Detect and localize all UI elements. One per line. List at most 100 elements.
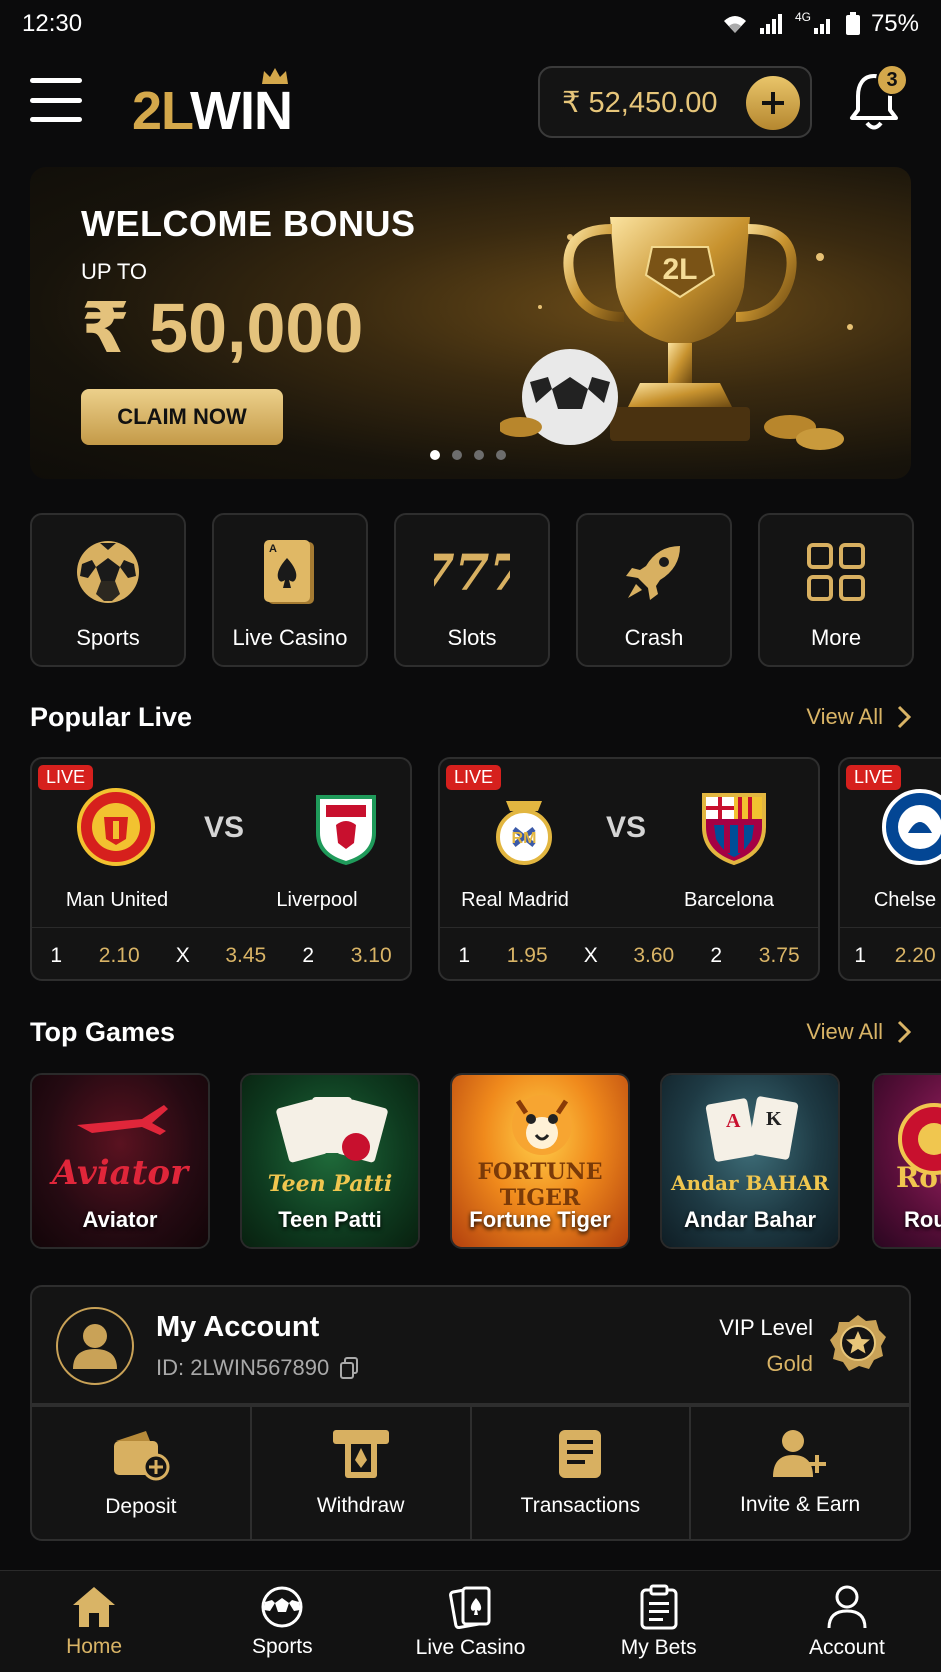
carousel-dot[interactable] bbox=[452, 450, 462, 460]
odd-home[interactable]: 1 1.95 bbox=[440, 944, 566, 968]
copy-icon bbox=[340, 1357, 359, 1379]
top-games-carousel[interactable]: Aviator Aviator Teen Patti Teen Patti FO… bbox=[30, 1073, 941, 1249]
odd-away[interactable]: 2 3.75 bbox=[692, 944, 818, 968]
deposit-button[interactable]: Deposit bbox=[30, 1405, 252, 1541]
odd-draw[interactable]: X 3.45 bbox=[158, 944, 284, 968]
soccer-ball-icon bbox=[261, 1586, 303, 1627]
carousel-dot[interactable] bbox=[496, 450, 506, 460]
battery-icon bbox=[845, 12, 860, 35]
nav-sports[interactable]: Sports bbox=[188, 1571, 376, 1672]
category-crash[interactable]: Crash bbox=[576, 513, 732, 667]
odd-away[interactable]: 2 3.10 bbox=[284, 944, 410, 968]
live-match-card[interactable]: LIVE RM VS Real Madrid Barcelona 1 1.95 X… bbox=[438, 757, 820, 981]
atm-withdraw-icon bbox=[332, 1430, 389, 1478]
bottom-navigation: Home Sports Live Casino My Bets Account bbox=[0, 1570, 941, 1672]
odd-home[interactable]: 1 2.10 bbox=[32, 944, 158, 968]
account-id: ID: 2LWIN567890 bbox=[156, 1355, 330, 1380]
live-match-card[interactable]: LIVE Chelse 1 2.20 bbox=[838, 757, 941, 981]
carousel-dot[interactable] bbox=[474, 450, 484, 460]
balance-amount: ₹ 52,450.00 bbox=[562, 86, 718, 119]
real-madrid-crest-icon: RM bbox=[496, 801, 552, 865]
wallet-plus-icon bbox=[113, 1431, 170, 1481]
category-label: Crash bbox=[624, 625, 684, 650]
category-label: Sports bbox=[76, 625, 140, 650]
banner-title: WELCOME BONUS bbox=[81, 203, 416, 244]
trophy-text: 2L bbox=[662, 253, 697, 286]
app-logo[interactable]: 2LWIN bbox=[132, 66, 342, 141]
claim-now-button[interactable]: CLAIM NOW bbox=[81, 389, 283, 445]
game-tile-teen-patti[interactable]: Teen Patti Teen Patti bbox=[240, 1073, 420, 1249]
account-actions: Deposit Withdraw Transactions Invite & E… bbox=[30, 1405, 911, 1541]
crown-icon bbox=[262, 68, 288, 84]
account-title: My Account bbox=[156, 1311, 320, 1343]
game-tile-aviator[interactable]: Aviator Aviator bbox=[30, 1073, 210, 1249]
category-label: More bbox=[810, 625, 862, 650]
odd-key: 1 bbox=[854, 943, 867, 967]
category-live-casino[interactable]: A Live Casino bbox=[212, 513, 368, 667]
game-logo-text: Rou bbox=[896, 1161, 941, 1194]
status-icons: 4G 75% bbox=[721, 10, 919, 38]
game-tile-fortune-tiger[interactable]: FORTUNE TIGER Fortune Tiger bbox=[450, 1073, 630, 1249]
game-label: Fortune Tiger bbox=[469, 1207, 611, 1232]
game-logo-text: Andar BAHAR bbox=[671, 1171, 829, 1195]
network-type: 4G bbox=[794, 10, 811, 24]
svg-text:777: 777 bbox=[434, 543, 510, 602]
chevron-right-icon bbox=[897, 705, 911, 729]
nav-label: Sports bbox=[251, 1634, 313, 1658]
nav-my-bets[interactable]: My Bets bbox=[565, 1571, 753, 1672]
svg-text:K: K bbox=[766, 1108, 782, 1130]
notifications-button[interactable]: 3 bbox=[846, 64, 908, 134]
action-label: Transactions bbox=[520, 1494, 641, 1517]
vs-label: VS bbox=[204, 811, 245, 844]
withdraw-button[interactable]: Withdraw bbox=[249, 1405, 472, 1541]
category-more[interactable]: More bbox=[758, 513, 914, 667]
vip-star-badge-icon bbox=[830, 1315, 886, 1371]
copy-id-button[interactable] bbox=[339, 1357, 359, 1379]
svg-text:A: A bbox=[726, 1110, 741, 1132]
category-slots[interactable]: 777 Slots bbox=[394, 513, 550, 667]
add-funds-button[interactable] bbox=[746, 76, 800, 130]
odd-value: 1.95 bbox=[506, 943, 548, 967]
app-header: 2LWIN ₹ 52,450.00 3 bbox=[0, 56, 941, 148]
odd-home[interactable]: 1 2.20 bbox=[840, 944, 941, 968]
odd-value: 3.75 bbox=[758, 943, 800, 967]
menu-bar bbox=[30, 97, 82, 103]
clipboard-icon bbox=[640, 1584, 678, 1629]
status-bar: 12:30 4G 75% bbox=[0, 0, 941, 48]
nav-home[interactable]: Home bbox=[0, 1571, 188, 1672]
logo-part-2l: 2L bbox=[132, 81, 191, 141]
slots-777-icon: 777 bbox=[434, 543, 510, 602]
view-all-live-button[interactable]: View All bbox=[806, 704, 911, 730]
live-match-card[interactable]: LIVE VS Man United Liverpool 1 2.10 X 3.45… bbox=[30, 757, 412, 981]
playing-card-icon: A bbox=[264, 540, 314, 604]
invite-earn-button[interactable]: Invite & Earn bbox=[689, 1405, 911, 1541]
avatar bbox=[56, 1307, 134, 1385]
game-tile-andar-bahar[interactable]: AK Andar BAHAR Andar Bahar bbox=[660, 1073, 840, 1249]
view-all-games-button[interactable]: View All bbox=[806, 1019, 911, 1045]
vip-level-value: Gold bbox=[766, 1351, 813, 1376]
my-account-card[interactable]: My Account ID: 2LWIN567890 VIP Level Gol… bbox=[30, 1285, 911, 1405]
wallet-balance[interactable]: ₹ 52,450.00 bbox=[538, 66, 812, 138]
transactions-button[interactable]: Transactions bbox=[469, 1405, 692, 1541]
nav-account[interactable]: Account bbox=[753, 1571, 941, 1672]
category-sports[interactable]: Sports bbox=[30, 513, 186, 667]
user-icon bbox=[73, 1324, 117, 1369]
logo-part-win: WIN bbox=[190, 81, 293, 141]
promo-banner[interactable]: WELCOME BONUS UP TO ₹ 50,000 CLAIM NOW 2… bbox=[30, 167, 911, 479]
nav-live-casino[interactable]: Live Casino bbox=[376, 1571, 564, 1672]
cards-icon: AK bbox=[705, 1096, 799, 1162]
cards-icon bbox=[448, 1586, 490, 1629]
game-label: Andar Bahar bbox=[683, 1207, 817, 1232]
cards-fan-icon bbox=[276, 1097, 388, 1163]
game-label: Aviator bbox=[82, 1207, 158, 1232]
plane-icon bbox=[77, 1105, 168, 1135]
home-icon bbox=[73, 1586, 116, 1627]
game-logo-text: FORTUNE TIGER bbox=[477, 1159, 603, 1211]
section-title: Popular Live bbox=[30, 701, 193, 732]
live-matches-carousel[interactable]: LIVE VS Man United Liverpool 1 2.10 X 3.45… bbox=[30, 757, 941, 983]
nav-label: Live Casino bbox=[415, 1635, 526, 1659]
odd-draw[interactable]: X 3.60 bbox=[566, 944, 692, 968]
game-tile-roulette[interactable]: Rou Rou bbox=[872, 1073, 941, 1249]
hamburger-menu-button[interactable] bbox=[30, 78, 82, 122]
carousel-dot[interactable] bbox=[430, 450, 440, 460]
